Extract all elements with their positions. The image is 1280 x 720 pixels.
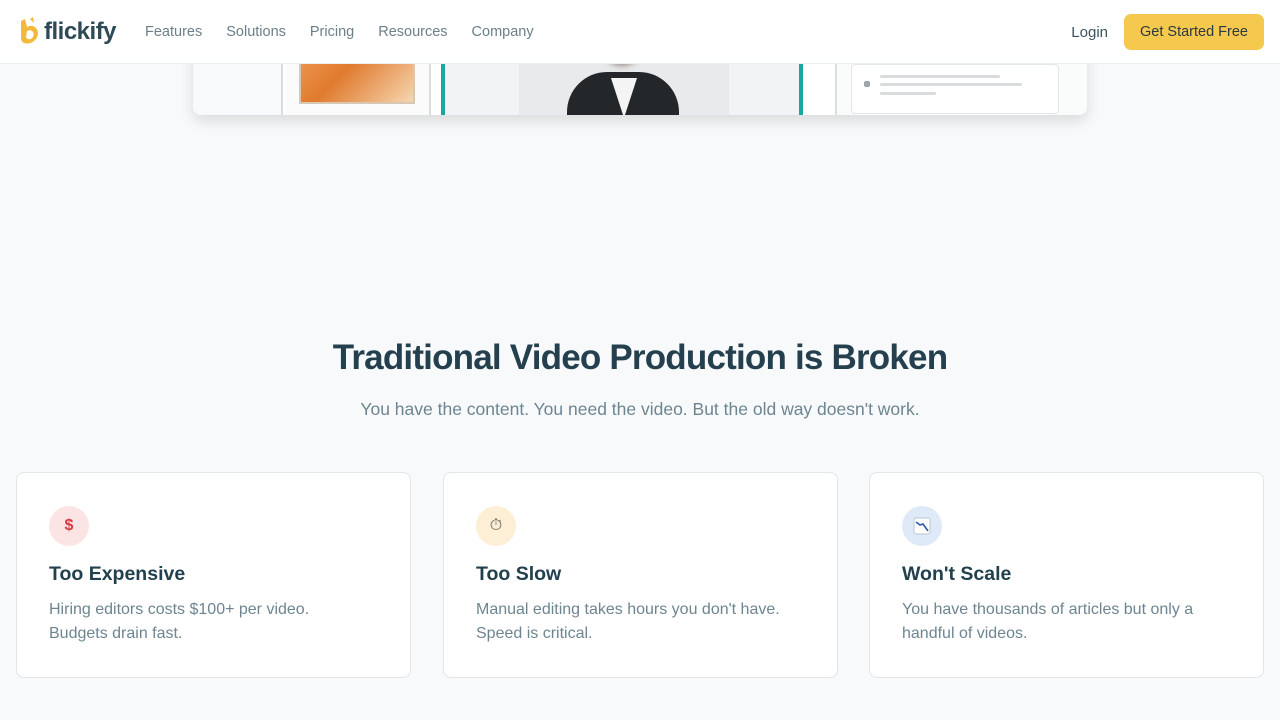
top-navbar: flickify Features Solutions Pricing Reso… [0,0,1280,64]
nav-link-resources[interactable]: Resources [378,24,447,40]
get-started-button[interactable]: Get Started Free [1124,14,1264,50]
card-title: Too Slow [476,563,562,585]
card-title: Too Expensive [49,563,186,585]
dollar-icon: $ [49,506,89,546]
problem-card-slow: ⏱ Too Slow Manual editing takes hours yo… [443,472,838,678]
stopwatch-glyph: ⏱ [489,517,503,534]
section-title: Traditional Video Production is Broken [332,338,948,377]
card-description: You have thousands of articles but only … [902,601,1194,642]
preview-text-line [880,92,936,95]
section-subtitle: You have the content. You need the video… [360,399,920,419]
nav-link-solutions[interactable]: Solutions [226,24,286,40]
brand-logo[interactable]: flickify [18,15,117,49]
login-link[interactable]: Login [1071,24,1108,41]
stopwatch-icon: ⏱ [476,506,516,546]
card-description: Hiring editors costs $100+ per video. Bu… [49,601,310,642]
card-description: Manual editing takes hours you don't hav… [476,601,780,642]
logo-icon [21,17,38,44]
preview-card [851,64,1059,114]
problem-card-scale: Won't Scale You have thousands of articl… [869,472,1264,678]
preview-text-line [880,83,1022,86]
card-title: Won't Scale [902,563,1012,585]
problem-card-expensive: $ Too Expensive Hiring editors costs $10… [16,472,411,678]
nav-actions: Login Get Started Free [1071,14,1264,50]
preview-bullet [864,81,870,87]
nav-link-pricing[interactable]: Pricing [310,24,354,40]
preview-text-line [880,75,1000,78]
nav-link-company[interactable]: Company [472,24,534,40]
nav-link-features[interactable]: Features [145,24,202,40]
chart-decreasing-icon [902,506,942,546]
dollar-glyph: $ [64,517,74,534]
chart-decreasing-svg [913,517,931,535]
logo-text: flickify [44,18,117,45]
nav-links: Features Solutions Pricing Resources Com… [145,0,558,64]
